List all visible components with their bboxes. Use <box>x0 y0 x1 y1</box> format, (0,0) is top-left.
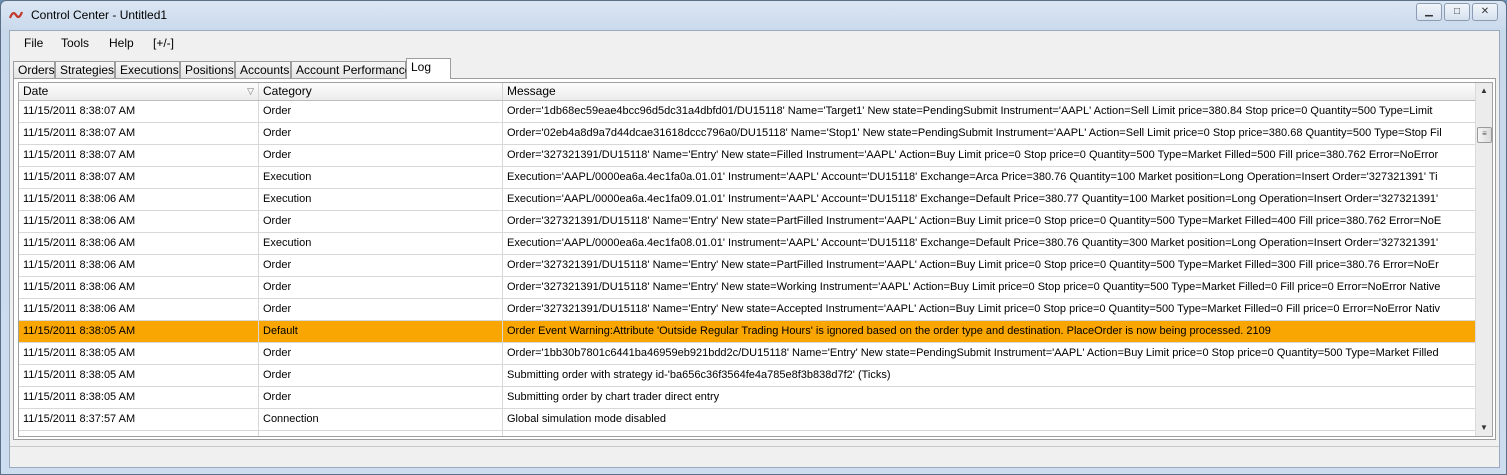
table-row[interactable]: 11/15/2011 8:38:07 AM Execution Execution=… <box>19 167 1478 189</box>
cell-date: 11/15/2011 8:37:57 AM <box>19 409 259 430</box>
cell-date: 11/15/2011 8:37:50 AM <box>19 431 259 436</box>
cell-message: Execution='AAPL/0000ea6a.4ec1fa08.01.01'… <box>503 233 1478 254</box>
table-row[interactable]: 11/15/2011 8:38:07 AM Order Order='1db68ec… <box>19 101 1478 123</box>
cell-message: Global simulation mode disabled <box>503 409 1478 430</box>
cell-date: 11/15/2011 8:38:06 AM <box>19 255 259 276</box>
cell-message: Order='02eb4a8d9a7d44dcae31618dccc796a0/… <box>503 123 1478 144</box>
cell-message: Order Event Warning:Attribute 'Outside R… <box>503 321 1478 342</box>
cell-date: 11/15/2011 8:38:07 AM <box>19 101 259 122</box>
cell-message: Submitting order with strategy id-'ba656… <box>503 365 1478 386</box>
cell-category: Order <box>259 123 503 144</box>
cell-date: 11/15/2011 8:38:05 AM <box>19 321 259 342</box>
sort-descending-icon: ▽ <box>247 86 254 96</box>
cell-date: 11/15/2011 8:38:05 AM <box>19 365 259 386</box>
cell-category: Execution <box>259 167 503 188</box>
cell-category: Order <box>259 255 503 276</box>
menu-help[interactable]: Help <box>109 36 134 50</box>
column-header-date[interactable]: Date ▽ <box>19 83 259 100</box>
tab-accounts[interactable]: Accounts <box>235 61 291 78</box>
cell-category: Connection <box>259 409 503 430</box>
log-grid: Date ▽ Category Message 11/15/2011 8:38:… <box>18 82 1493 437</box>
cell-category: Order <box>259 211 503 232</box>
column-header-date-label: Date <box>23 84 49 98</box>
menu-toggle-expand[interactable]: [+/-] <box>153 36 174 50</box>
table-row[interactable]: 11/15/2011 8:37:57 AM Connection Global si… <box>19 409 1478 431</box>
vertical-scrollbar[interactable]: ▲ ≡ ▼ <box>1475 83 1492 436</box>
tab-positions[interactable]: Positions <box>180 61 235 78</box>
cell-category: Order <box>259 277 503 298</box>
cell-category: Order <box>259 101 503 122</box>
tab-executions[interactable]: Executions <box>115 61 180 78</box>
cell-message: Order='327321391/DU15118' Name='Entry' N… <box>503 145 1478 166</box>
cell-date: 11/15/2011 8:38:06 AM <box>19 277 259 298</box>
cell-message: Execution='AAPL/0000ea6a.4ec1fa09.01.01'… <box>503 189 1478 210</box>
cell-category: Connection <box>259 431 503 436</box>
cell-category: Order <box>259 343 503 364</box>
grid-header: Date ▽ Category Message <box>19 83 1478 101</box>
tab-log[interactable]: Log <box>406 58 451 79</box>
table-row[interactable]: 11/15/2011 8:38:06 AM Execution Execution=… <box>19 233 1478 255</box>
cell-category: Order <box>259 387 503 408</box>
maximize-icon[interactable]: □ <box>1444 3 1470 21</box>
grid-rows: 11/15/2011 8:38:07 AM Order Order='1db68ec… <box>19 101 1478 436</box>
tab-orders[interactable]: Orders <box>13 61 55 78</box>
cell-message: Submitting order by chart trader direct … <box>503 387 1478 408</box>
column-header-message[interactable]: Message <box>503 83 1478 100</box>
status-bar <box>10 446 1499 467</box>
cell-message: IBDemo: Primary connection=Connected, Pr… <box>503 431 1478 436</box>
table-row[interactable]: 11/15/2011 8:37:50 AMConnectionIBDemo: P… <box>19 431 1478 436</box>
scroll-down-icon[interactable]: ▼ <box>1476 420 1492 436</box>
table-row[interactable]: 11/15/2011 8:38:06 AM Order Order='3273213… <box>19 299 1478 321</box>
title-bar[interactable]: Control Center - Untitled1 ▁ □ ✕ <box>1 1 1506 29</box>
cell-date: 11/15/2011 8:38:06 AM <box>19 211 259 232</box>
column-header-category[interactable]: Category <box>259 83 503 100</box>
cell-date: 11/15/2011 8:38:07 AM <box>19 145 259 166</box>
menu-tools[interactable]: Tools <box>61 36 89 50</box>
cell-category: Execution <box>259 189 503 210</box>
cell-message: Execution='AAPL/0000ea6a.4ec1fa0a.01.01'… <box>503 167 1478 188</box>
cell-message: Order='327321391/DU15118' Name='Entry' N… <box>503 211 1478 232</box>
table-row[interactable]: 11/15/2011 8:38:05 AM Order Order='1bb30b7… <box>19 343 1478 365</box>
cell-category: Order <box>259 299 503 320</box>
close-icon[interactable]: ✕ <box>1472 3 1498 21</box>
table-row[interactable]: 11/15/2011 8:38:06 AM Execution Execution=… <box>19 189 1478 211</box>
cell-date: 11/15/2011 8:38:05 AM <box>19 343 259 364</box>
log-panel: Date ▽ Category Message 11/15/2011 8:38:… <box>13 78 1496 440</box>
cell-message: Order='1bb30b7801c6441ba46959eb921bdd2c/… <box>503 343 1478 364</box>
cell-date: 11/15/2011 8:38:07 AM <box>19 123 259 144</box>
cell-date: 11/15/2011 8:38:06 AM <box>19 189 259 210</box>
tab-strategies[interactable]: Strategies <box>55 61 115 78</box>
window-title: Control Center - Untitled1 <box>31 8 168 22</box>
table-row[interactable]: 11/15/2011 8:38:06 AM Order Order='3273213… <box>19 211 1478 233</box>
table-row[interactable]: 11/15/2011 8:38:06 AM Order Order='3273213… <box>19 255 1478 277</box>
scroll-thumb[interactable]: ≡ <box>1477 127 1492 143</box>
table-row[interactable]: 11/15/2011 8:38:05 AM Default Order Event … <box>19 321 1478 343</box>
scroll-up-icon[interactable]: ▲ <box>1476 83 1492 99</box>
tab-strip: Orders Strategies Executions Positions A… <box>13 58 1496 79</box>
cell-category: Default <box>259 321 503 342</box>
menu-file[interactable]: File <box>24 36 43 50</box>
cell-date: 11/15/2011 8:38:06 AM <box>19 233 259 254</box>
table-row[interactable]: 11/15/2011 8:38:05 AM Order Submitting ord… <box>19 365 1478 387</box>
cell-date: 11/15/2011 8:38:07 AM <box>19 167 259 188</box>
cell-category: Order <box>259 145 503 166</box>
minimize-icon[interactable]: ▁ <box>1416 3 1442 21</box>
cell-message: Order='327321391/DU15118' Name='Entry' N… <box>503 255 1478 276</box>
cell-category: Execution <box>259 233 503 254</box>
table-row[interactable]: 11/15/2011 8:38:05 AM Order Submitting ord… <box>19 387 1478 409</box>
app-logo-icon <box>9 11 23 19</box>
cell-date: 11/15/2011 8:38:05 AM <box>19 387 259 408</box>
tab-account-performance[interactable]: Account Performance <box>291 61 411 78</box>
client-area: File Tools Help [+/-] Orders Strategies … <box>9 30 1500 468</box>
cell-message: Order='327321391/DU15118' Name='Entry' N… <box>503 299 1478 320</box>
menu-bar: File Tools Help [+/-] <box>10 31 1499 55</box>
cell-message: Order='327321391/DU15118' Name='Entry' N… <box>503 277 1478 298</box>
cell-date: 11/15/2011 8:38:06 AM <box>19 299 259 320</box>
table-row[interactable]: 11/15/2011 8:38:07 AM Order Order='3273213… <box>19 145 1478 167</box>
cell-message: Order='1db68ec59eae4bcc96d5dc31a4dbfd01/… <box>503 101 1478 122</box>
cell-category: Order <box>259 365 503 386</box>
control-center-window: Control Center - Untitled1 ▁ □ ✕ File To… <box>0 0 1507 475</box>
table-row[interactable]: 11/15/2011 8:38:06 AM Order Order='3273213… <box>19 277 1478 299</box>
table-row[interactable]: 11/15/2011 8:38:07 AM Order Order='02eb4a8… <box>19 123 1478 145</box>
